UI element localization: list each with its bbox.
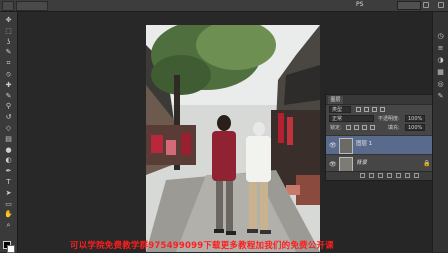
eyedropper-icon[interactable]: ⦸ bbox=[4, 70, 13, 78]
layer-name[interactable]: 图层 1 bbox=[356, 141, 372, 148]
properties-icon[interactable]: ≡ bbox=[436, 44, 445, 53]
fill-input[interactable]: 100% bbox=[405, 124, 425, 131]
eye-icon[interactable]: 👁 bbox=[329, 161, 337, 168]
opacity-input[interactable]: 100% bbox=[405, 115, 425, 122]
layers-panel-tabs: 图层 bbox=[326, 95, 432, 105]
panel-dock: ◷ ≡ ◑ ▦ ◎ ✎ bbox=[432, 12, 448, 252]
stamp-icon[interactable]: ⚲ bbox=[4, 102, 13, 110]
blend-mode-select[interactable]: 正常 bbox=[329, 115, 374, 122]
marquee-icon[interactable]: ⬚ bbox=[4, 27, 13, 35]
layers-icon[interactable]: ▦ bbox=[436, 68, 445, 77]
pen-icon[interactable]: ✒ bbox=[4, 167, 13, 175]
lock-label: 锁定: bbox=[330, 125, 342, 131]
layer-thumbnail bbox=[339, 138, 353, 154]
history-brush-icon[interactable]: ↺ bbox=[4, 113, 13, 121]
lock-paint-icon[interactable] bbox=[354, 125, 359, 130]
app-title: PS bbox=[356, 1, 364, 8]
zoom-icon[interactable]: ⌕ bbox=[4, 221, 13, 229]
move-icon[interactable]: ✥ bbox=[4, 16, 13, 24]
paths-icon[interactable]: ✎ bbox=[436, 92, 445, 101]
document-canvas[interactable] bbox=[18, 12, 320, 252]
path-select-icon[interactable]: ➤ bbox=[4, 189, 13, 197]
blur-icon[interactable]: ● bbox=[4, 146, 13, 154]
eraser-icon[interactable]: ◇ bbox=[4, 124, 13, 132]
shape-icon[interactable]: ▭ bbox=[4, 200, 13, 208]
lasso-icon[interactable]: ʖ bbox=[4, 38, 13, 46]
option-button[interactable] bbox=[16, 1, 48, 11]
workspace-switcher[interactable] bbox=[397, 1, 421, 10]
lock-move-icon[interactable] bbox=[362, 125, 367, 130]
layer-filter-select[interactable]: 类型 bbox=[329, 106, 351, 113]
quick-select-icon[interactable]: ✎ bbox=[4, 48, 13, 56]
layers-footer bbox=[326, 171, 432, 180]
adjust-icon[interactable]: ◑ bbox=[436, 56, 445, 65]
lock-icon: 🔒 bbox=[423, 160, 431, 167]
tab-layers[interactable]: 图层 bbox=[328, 96, 343, 104]
layer-name[interactable]: 背景 bbox=[356, 160, 367, 167]
layer-row[interactable]: 👁 图层 1 bbox=[326, 135, 432, 154]
search-icon[interactable] bbox=[423, 2, 429, 8]
tool-preset-button[interactable] bbox=[2, 1, 14, 11]
tutorial-watermark: 可以学院免费教学群975499099下载更多教程加我们的免费公开课 bbox=[70, 241, 334, 251]
new-layer-icon[interactable] bbox=[405, 173, 410, 178]
fx-icon[interactable] bbox=[369, 173, 374, 178]
gradient-icon[interactable]: ▤ bbox=[4, 135, 13, 143]
eye-icon[interactable]: 👁 bbox=[329, 142, 337, 149]
street-photo bbox=[146, 25, 320, 252]
tools-panel: ✥ ⬚ ʖ ✎ ⌗ ⦸ ✚ ✎ ⚲ ↺ ◇ ▤ ● ◐ ✒ T ➤ ▭ ✋ ⌕ bbox=[0, 12, 18, 253]
channels-icon[interactable]: ◎ bbox=[436, 80, 445, 89]
filter-text-icon[interactable] bbox=[372, 107, 377, 112]
mask-icon[interactable] bbox=[378, 173, 383, 178]
layers-panel: 图层 类型 正常 不透明度: 100% 锁定: 填充: 100% 👁 图层 1 … bbox=[325, 94, 433, 181]
filter-adjust-icon[interactable] bbox=[364, 107, 369, 112]
history-icon[interactable]: ◷ bbox=[436, 32, 445, 41]
link-icon[interactable] bbox=[360, 173, 365, 178]
lock-all-icon[interactable] bbox=[370, 125, 375, 130]
dodge-icon[interactable]: ◐ bbox=[4, 156, 13, 164]
adjustment-icon[interactable] bbox=[387, 173, 392, 178]
filter-pixel-icon[interactable] bbox=[356, 107, 361, 112]
trash-icon[interactable] bbox=[414, 173, 419, 178]
fill-label: 填充: bbox=[388, 125, 400, 131]
brush-icon[interactable]: ✎ bbox=[4, 92, 13, 100]
crop-icon[interactable]: ⌗ bbox=[4, 59, 13, 67]
filter-shape-icon[interactable] bbox=[380, 107, 385, 112]
hand-icon[interactable]: ✋ bbox=[4, 210, 13, 218]
type-icon[interactable]: T bbox=[4, 178, 13, 186]
healing-icon[interactable]: ✚ bbox=[4, 81, 13, 89]
opacity-label: 不透明度: bbox=[378, 116, 400, 122]
layout-icon[interactable] bbox=[438, 2, 444, 8]
options-bar: PS bbox=[0, 0, 448, 12]
lock-pixels-icon[interactable] bbox=[346, 125, 351, 130]
group-icon[interactable] bbox=[396, 173, 401, 178]
